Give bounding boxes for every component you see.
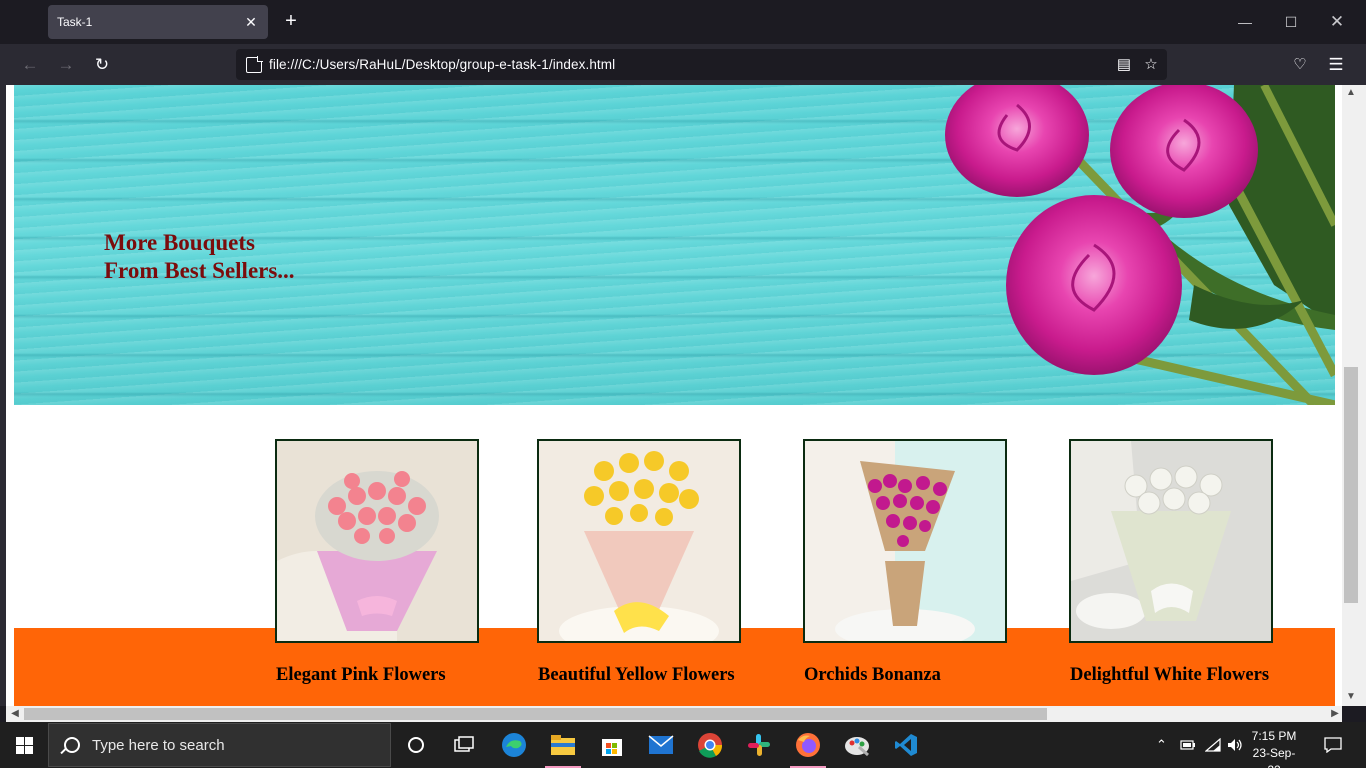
show-hidden-icons[interactable]: ⌃ [1156, 722, 1167, 768]
page-icon [246, 56, 263, 73]
edge-icon[interactable] [490, 722, 538, 768]
scroll-right-icon[interactable]: ▶ [1328, 707, 1342, 721]
bookmark-star-icon[interactable]: ☆ [1141, 55, 1161, 75]
start-button[interactable] [0, 722, 48, 768]
product-name[interactable]: Beautiful Yellow Flowers [538, 665, 735, 686]
page-viewport: More Bouquets From Best Sellers... Elega… [6, 85, 1342, 706]
hero-heading: More Bouquets From Best Sellers... [104, 230, 295, 283]
maximize-icon[interactable]: ☐ [1276, 8, 1306, 36]
vertical-scroll-thumb[interactable] [1344, 367, 1358, 603]
reader-view-icon[interactable]: ▤ [1114, 55, 1134, 75]
forward-icon[interactable]: → [54, 53, 78, 77]
menu-icon[interactable]: ☰ [1324, 53, 1348, 77]
search-icon [64, 737, 80, 753]
back-icon[interactable]: ← [18, 53, 42, 77]
pink-bouquet-image [277, 441, 477, 641]
scroll-up-icon[interactable]: ▲ [1344, 86, 1358, 100]
mail-icon[interactable] [637, 722, 685, 768]
scroll-left-icon[interactable]: ◀ [8, 707, 22, 721]
tab-close-icon[interactable]: ✕ [242, 13, 260, 31]
minimize-icon[interactable]: — [1230, 8, 1260, 36]
reload-icon[interactable]: ↻ [90, 53, 114, 77]
product-name[interactable]: Delightful White Flowers [1070, 665, 1269, 686]
navigation-toolbar: ← → ↻ file:///C:/Users/RaHuL/Desktop/gro… [0, 44, 1366, 85]
wifi-icon[interactable] [1205, 722, 1221, 768]
address-bar[interactable]: file:///C:/Users/RaHuL/Desktop/group-e-t… [236, 49, 1167, 80]
system-clock[interactable]: 7:15 PM 23-Sep-22 [1246, 728, 1302, 768]
orchid-bouquet-image [805, 441, 1005, 641]
close-window-icon[interactable]: ✕ [1322, 8, 1352, 36]
taskbar-search[interactable]: Type here to search [48, 723, 391, 767]
windows-taskbar: Type here to search ⌃ 7:15 PM 23-Sep- [0, 722, 1366, 768]
windows-logo-icon [15, 736, 33, 754]
volume-icon[interactable] [1227, 722, 1243, 768]
firefox-window: Task-1 ✕ + — ☐ ✕ ← → ↻ file:///C:/Users/… [0, 0, 1366, 768]
vscode-icon[interactable] [882, 722, 930, 768]
product-name[interactable]: Elegant Pink Flowers [276, 665, 446, 686]
tab-strip: Task-1 ✕ + — ☐ ✕ [0, 0, 1366, 44]
battery-icon[interactable] [1180, 722, 1196, 768]
clock-time: 7:15 PM [1251, 729, 1297, 743]
product-image-orchids[interactable] [803, 439, 1007, 643]
white-bouquet-image [1071, 441, 1271, 641]
product-name[interactable]: Orchids Bonanza [804, 665, 941, 686]
notifications-icon[interactable] [1324, 722, 1342, 768]
tab-task-1[interactable]: Task-1 ✕ [48, 5, 268, 39]
url-text[interactable]: file:///C:/Users/RaHuL/Desktop/group-e-t… [269, 57, 615, 72]
yellow-bouquet-image [539, 441, 739, 641]
firefox-icon[interactable] [784, 722, 832, 768]
file-explorer-icon[interactable] [539, 722, 587, 768]
horizontal-scroll-thumb[interactable] [24, 708, 1047, 720]
clock-date: 23-Sep-22 [1252, 746, 1296, 768]
search-placeholder: Type here to search [92, 736, 225, 754]
paint-icon[interactable] [833, 722, 881, 768]
new-tab-button[interactable]: + [280, 10, 302, 32]
hero-banner: More Bouquets From Best Sellers... [14, 85, 1335, 405]
task-view-icon[interactable] [440, 722, 488, 768]
product-image-white[interactable] [1069, 439, 1273, 643]
slack-icon[interactable] [735, 722, 783, 768]
tab-title: Task-1 [57, 15, 93, 29]
pocket-icon[interactable]: ♡ [1288, 53, 1312, 77]
cortana-icon[interactable] [392, 722, 440, 768]
store-icon[interactable] [588, 722, 636, 768]
product-image-yellow[interactable] [537, 439, 741, 643]
scroll-down-icon[interactable]: ▼ [1344, 690, 1358, 704]
product-image-pink[interactable] [275, 439, 479, 643]
chrome-icon[interactable] [686, 722, 734, 768]
